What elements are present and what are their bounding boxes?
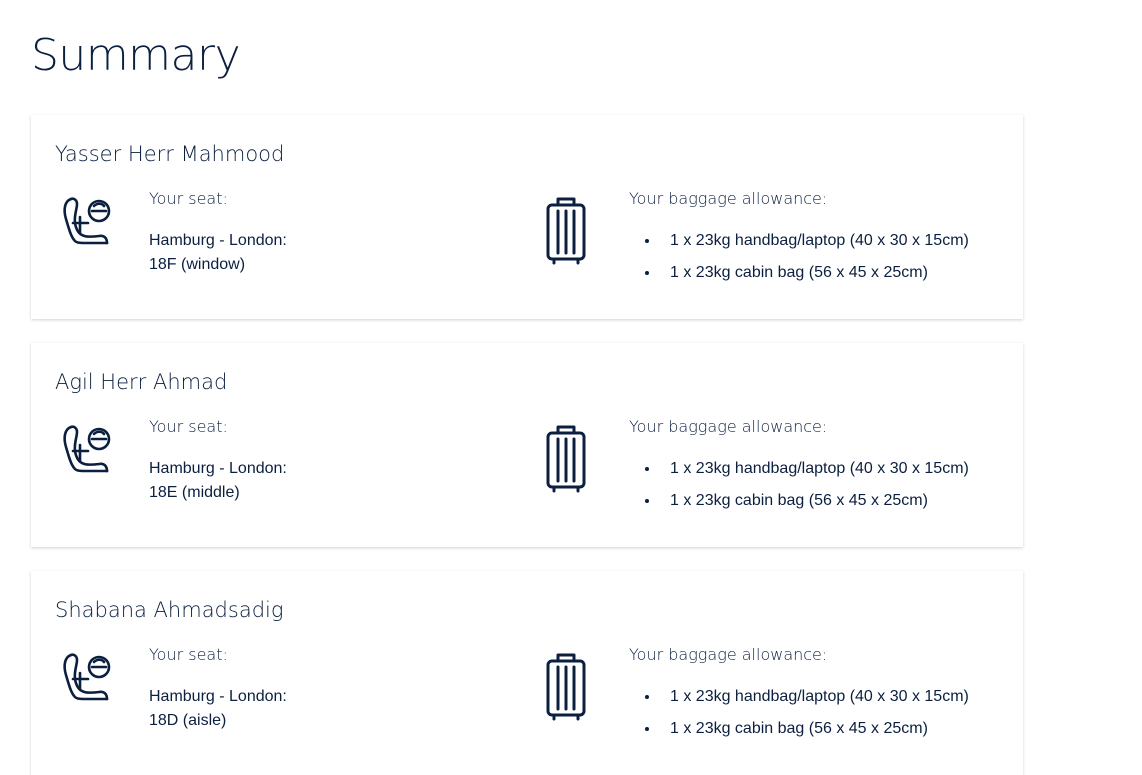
suitcase-icon bbox=[544, 195, 588, 265]
passenger-card: Yasser Herr Mahmood Your seat: Hamburg -… bbox=[31, 115, 1023, 319]
seat-route: Hamburg - London: bbox=[149, 232, 287, 249]
seat-icon bbox=[61, 421, 113, 477]
baggage-item: 1 x 23kg cabin bag (56 x 45 x 25cm) bbox=[629, 717, 969, 741]
baggage-list: 1 x 23kg handbag/laptop (40 x 30 x 15cm)… bbox=[629, 685, 969, 749]
seat-icon bbox=[61, 193, 113, 249]
baggage-list: 1 x 23kg handbag/laptop (40 x 30 x 15cm)… bbox=[629, 229, 969, 293]
passenger-card: Shabana Ahmadsadig Your seat: Hamburg - … bbox=[31, 571, 1023, 775]
baggage-list: 1 x 23kg handbag/laptop (40 x 30 x 15cm)… bbox=[629, 457, 969, 521]
seat-number: 18F (window) bbox=[149, 256, 246, 273]
seat-heading: Your seat: bbox=[149, 417, 228, 436]
passenger-card: Agil Herr Ahmad Your seat: Hamburg - Lon… bbox=[31, 343, 1023, 547]
baggage-heading: Your baggage allowance: bbox=[629, 417, 828, 436]
seat-icon bbox=[61, 649, 113, 705]
seat-number: 18E (middle) bbox=[149, 484, 240, 501]
seat-heading: Your seat: bbox=[149, 645, 228, 664]
baggage-item: 1 x 23kg cabin bag (56 x 45 x 25cm) bbox=[629, 489, 969, 513]
baggage-item: 1 x 23kg cabin bag (56 x 45 x 25cm) bbox=[629, 261, 969, 285]
baggage-heading: Your baggage allowance: bbox=[629, 645, 828, 664]
seat-number: 18D (aisle) bbox=[149, 712, 227, 729]
baggage-item: 1 x 23kg handbag/laptop (40 x 30 x 15cm) bbox=[629, 685, 969, 709]
passenger-name: Agil Herr Ahmad bbox=[55, 370, 228, 394]
seat-heading: Your seat: bbox=[149, 189, 228, 208]
page-title: Summary bbox=[31, 30, 241, 81]
baggage-item: 1 x 23kg handbag/laptop (40 x 30 x 15cm) bbox=[629, 457, 969, 481]
suitcase-icon bbox=[544, 423, 588, 493]
baggage-heading: Your baggage allowance: bbox=[629, 189, 828, 208]
suitcase-icon bbox=[544, 651, 588, 721]
seat-route: Hamburg - London: bbox=[149, 460, 287, 477]
passenger-name: Shabana Ahmadsadig bbox=[55, 598, 284, 622]
baggage-item: 1 x 23kg handbag/laptop (40 x 30 x 15cm) bbox=[629, 229, 969, 253]
seat-route: Hamburg - London: bbox=[149, 688, 287, 705]
passenger-name: Yasser Herr Mahmood bbox=[55, 142, 285, 166]
